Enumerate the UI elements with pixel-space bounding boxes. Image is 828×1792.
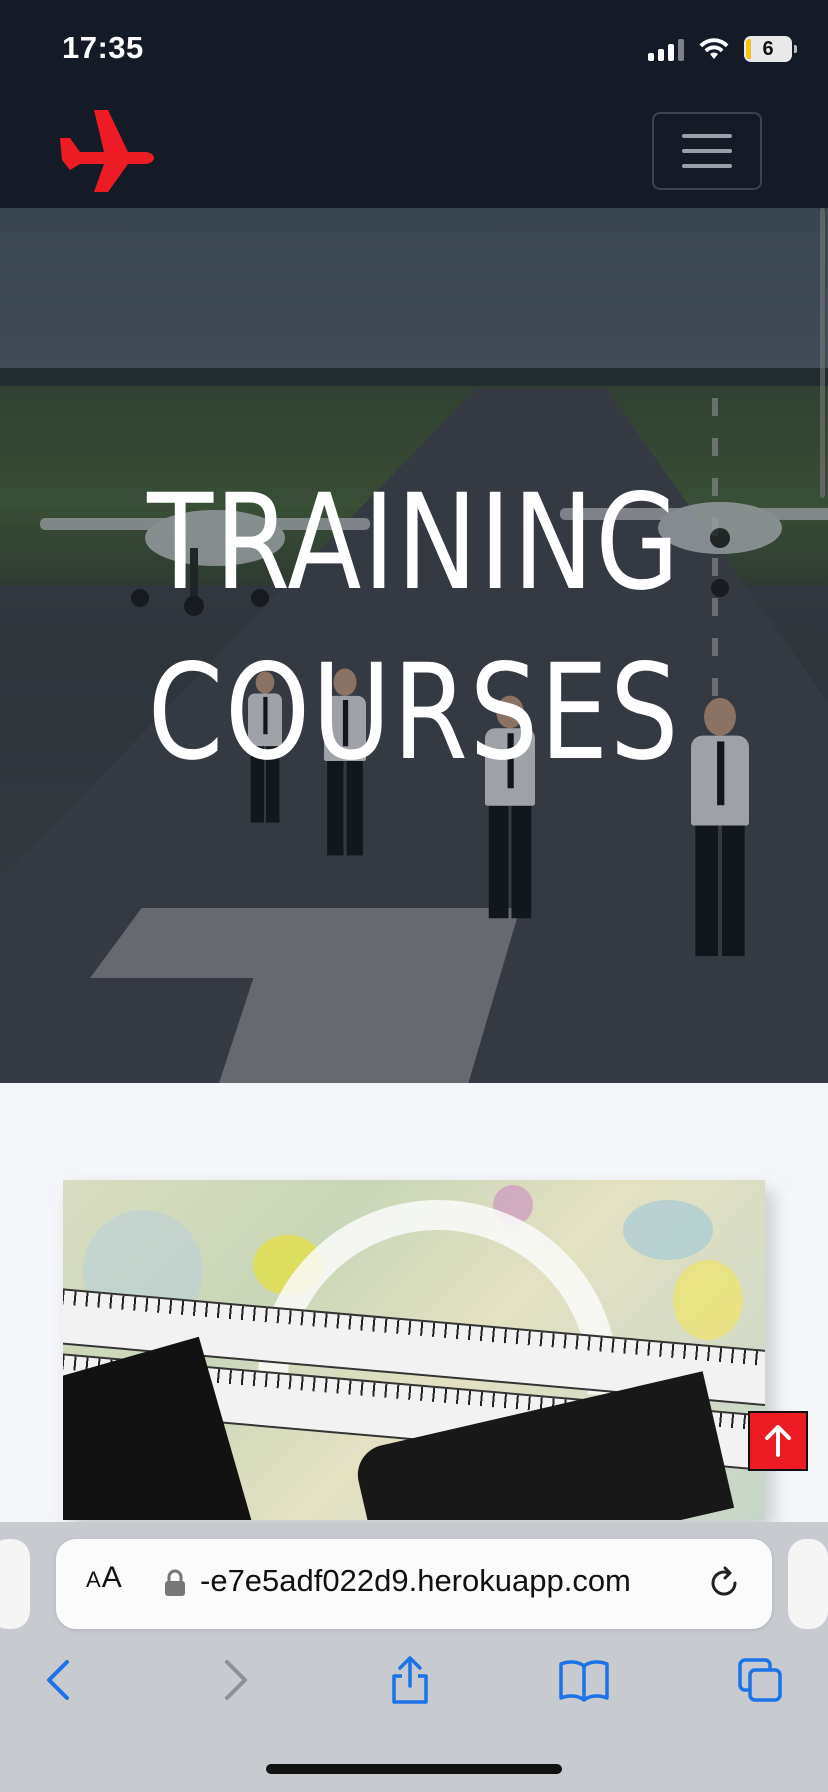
status-icons: 6 xyxy=(648,34,797,64)
forward-icon[interactable] xyxy=(208,1652,264,1708)
share-icon[interactable] xyxy=(382,1652,438,1708)
arrow-up-icon xyxy=(765,1425,791,1457)
hero-title-line-1: TRAINING xyxy=(147,466,681,620)
navbar: 17:35 6 xyxy=(0,0,828,208)
hero-banner: TRAINING COURSES xyxy=(0,208,828,1083)
bookmarks-icon[interactable] xyxy=(556,1652,612,1708)
hamburger-menu-icon[interactable] xyxy=(652,112,762,190)
text-size-button[interactable]: AA xyxy=(86,1561,123,1595)
tabs-icon[interactable] xyxy=(732,1652,788,1708)
wifi-icon xyxy=(699,38,729,59)
cellular-signal-icon xyxy=(648,37,684,61)
url-text[interactable]: -e7e5adf022d9.herokuapp.com xyxy=(200,1563,740,1599)
page-scrollbar[interactable] xyxy=(820,208,825,498)
airplane-icon[interactable] xyxy=(58,108,154,194)
battery-icon: 6 xyxy=(744,36,797,62)
back-icon[interactable] xyxy=(30,1652,86,1708)
hero-title: TRAINING COURSES xyxy=(75,458,754,798)
hero-title-line-2: COURSES xyxy=(147,636,681,790)
lock-icon xyxy=(165,1569,185,1596)
next-tab-peek[interactable] xyxy=(788,1539,828,1629)
scroll-to-top-button[interactable] xyxy=(748,1411,808,1471)
status-time: 17:35 xyxy=(62,30,144,65)
aviation-chart-with-plotter-image xyxy=(63,1180,765,1520)
battery-level: 6 xyxy=(762,37,774,60)
reload-icon[interactable] xyxy=(706,1565,742,1601)
home-indicator[interactable] xyxy=(266,1764,562,1774)
previous-tab-peek[interactable] xyxy=(0,1539,30,1629)
address-bar[interactable]: AA -e7e5adf022d9.herokuapp.com xyxy=(56,1539,772,1629)
